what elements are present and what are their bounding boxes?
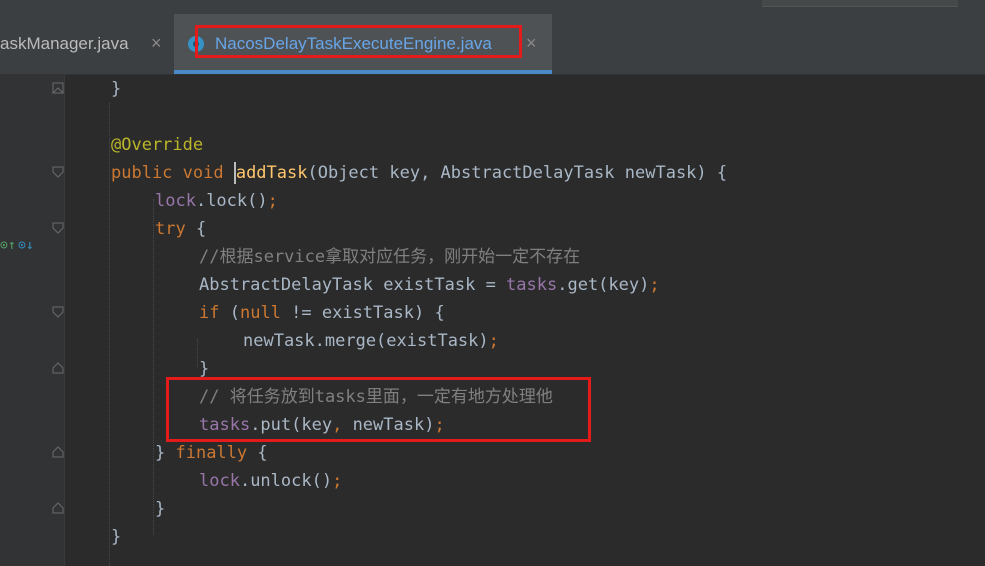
code-line: try { xyxy=(155,219,207,239)
fold-icon[interactable] xyxy=(52,306,64,318)
fold-icon[interactable] xyxy=(52,362,64,374)
close-icon[interactable]: × xyxy=(526,33,537,54)
highlight-box-tab xyxy=(195,25,522,58)
code-line: lock.unlock(); xyxy=(199,471,343,491)
tab-label: askManager.java xyxy=(0,34,129,53)
code-line: if (null != existTask) { xyxy=(199,303,445,323)
fold-icon[interactable] xyxy=(52,502,64,514)
title-bar xyxy=(0,0,985,14)
code-line: } xyxy=(111,79,122,99)
close-icon[interactable]: × xyxy=(151,33,162,54)
fold-icon[interactable] xyxy=(52,166,64,178)
override-icon[interactable]: ⊙↑ xyxy=(0,238,16,253)
code-line: //根据service拿取对应任务，刚开始一定不存在 xyxy=(199,247,581,267)
tab-task-manager[interactable]: askManager.java × xyxy=(0,14,174,74)
code-line: } finally { xyxy=(155,443,268,463)
code-line: } xyxy=(155,499,166,519)
fold-icon[interactable] xyxy=(52,446,64,458)
code-line: @Override xyxy=(111,135,204,155)
code-line: lock.lock(); xyxy=(155,191,278,211)
gutter: ⊙↑ ⊙↓ xyxy=(0,75,65,566)
highlight-box-code xyxy=(166,377,591,442)
fold-icon[interactable] xyxy=(52,82,64,94)
code-line: } xyxy=(111,527,122,547)
indent-guide xyxy=(153,199,155,535)
code-line: newTask.merge(existTask); xyxy=(243,331,499,351)
active-tab-underline xyxy=(174,70,552,74)
implement-icon[interactable]: ⊙↓ xyxy=(18,238,34,253)
code-editor[interactable]: } @Override public void addTask(Object k… xyxy=(65,75,985,566)
code-line: public void addTask(Object key, Abstract… xyxy=(111,162,728,184)
fold-icon[interactable] xyxy=(52,222,64,234)
code-line: AbstractDelayTask existTask = tasks.get(… xyxy=(199,275,660,295)
search-box[interactable] xyxy=(762,0,958,7)
